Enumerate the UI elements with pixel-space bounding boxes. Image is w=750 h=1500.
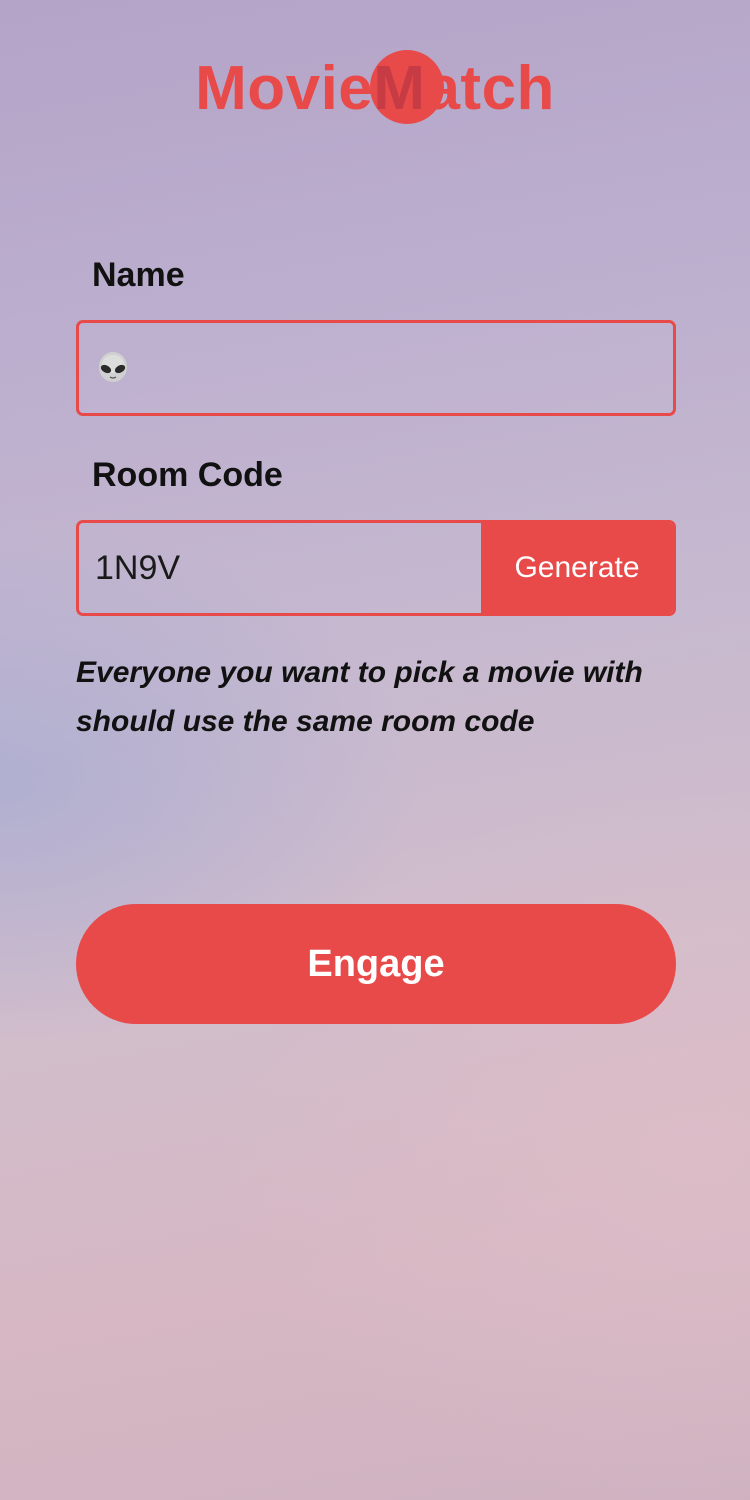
- logo-text-m: M: [373, 54, 426, 123]
- logo-wordmark: MovieMatch: [195, 44, 555, 134]
- engage-button[interactable]: Engage: [76, 904, 676, 1024]
- name-input[interactable]: [76, 320, 676, 416]
- room-code-input[interactable]: 1N9V: [79, 523, 481, 613]
- name-label: Name: [92, 256, 185, 294]
- logo-text: MovieMatch: [195, 54, 555, 123]
- room-code-group: 1N9V Generate: [76, 520, 676, 616]
- app-logo: MovieMatch: [0, 44, 750, 134]
- logo-text-part: Movie: [195, 54, 374, 123]
- generate-button[interactable]: Generate: [481, 523, 673, 613]
- alien-icon: [99, 352, 127, 382]
- logo-text-part: atch: [425, 54, 555, 123]
- room-code-hint: Everyone you want to pick a movie with s…: [76, 656, 643, 738]
- room-code-label: Room Code: [92, 456, 283, 494]
